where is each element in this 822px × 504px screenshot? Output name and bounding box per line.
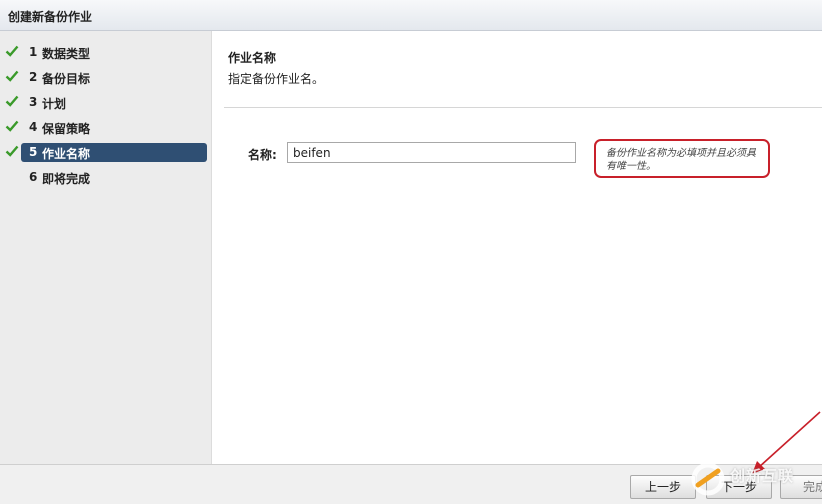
step-data-type[interactable]: 1 数据类型 (0, 42, 212, 64)
check-icon (5, 145, 19, 157)
step-label: 即将完成 (42, 172, 91, 186)
check-icon (5, 120, 19, 132)
step-number: 5 (29, 145, 38, 159)
check-icon (5, 70, 19, 82)
watermark-text: 创新互联 (730, 467, 795, 485)
wizard-steps-sidebar: 1 数据类型 2 备份目标 3 计划 4 保留策略 5 作业名称 6 即将完成 (0, 31, 212, 464)
step-backup-target[interactable]: 2 备份目标 (0, 67, 212, 89)
step-number: 6 (29, 170, 38, 184)
step-retention-policy[interactable]: 4 保留策略 (0, 117, 212, 139)
step-label: 数据类型 (42, 47, 91, 61)
annotation-callout: 备份作业名称为必填项并且必须具有唯一性。 (594, 139, 770, 178)
header-divider (224, 107, 822, 108)
step-label: 作业名称 (42, 147, 91, 161)
window-title: 创建新备份作业 (8, 10, 93, 24)
step-number: 4 (29, 120, 38, 134)
step-label: 保留策略 (42, 122, 91, 136)
step-number: 3 (29, 95, 38, 109)
check-icon (5, 95, 19, 107)
step-ready-to-complete[interactable]: 6 即将完成 (0, 167, 212, 189)
watermark-logo-icon (691, 462, 725, 496)
job-name-input[interactable] (287, 142, 576, 163)
step-label: 计划 (42, 97, 67, 111)
step-number: 2 (29, 70, 38, 84)
name-field-label: 名称: (248, 148, 277, 162)
page-description: 指定备份作业名。 (228, 72, 325, 86)
window-titlebar: 创建新备份作业 (0, 0, 822, 31)
step-label: 备份目标 (42, 72, 91, 86)
step-job-name[interactable]: 5 作业名称 (0, 142, 212, 164)
page-title: 作业名称 (228, 51, 277, 65)
check-icon (5, 45, 19, 57)
watermark: 创新互联 (686, 455, 822, 504)
step-number: 1 (29, 45, 38, 59)
annotation-text: 备份作业名称为必填项并且必须具有唯一性。 (606, 148, 756, 172)
step-schedule[interactable]: 3 计划 (0, 92, 212, 114)
